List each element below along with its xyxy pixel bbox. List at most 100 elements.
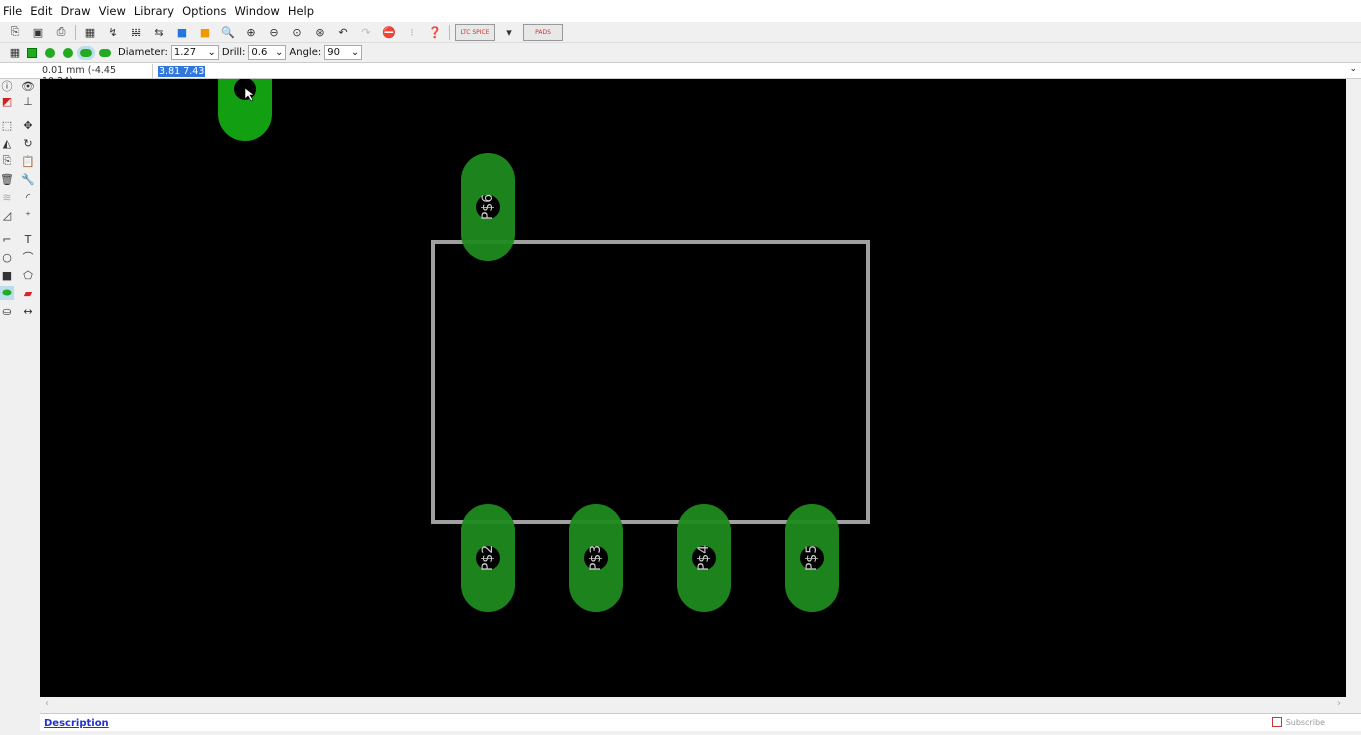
print-icon[interactable]: ⎙ bbox=[52, 24, 70, 41]
group-icon[interactable]: ⬚ bbox=[0, 118, 14, 132]
description-bar: Description Subscribe bbox=[40, 713, 1361, 731]
mark-icon[interactable]: ⊥ bbox=[21, 94, 35, 108]
pad-P4[interactable]: P$4 bbox=[677, 504, 731, 612]
command-line[interactable]: 3.81 7.43 bbox=[152, 64, 1352, 78]
menu-file[interactable]: File bbox=[2, 4, 29, 18]
polygon-icon[interactable]: ⬠ bbox=[21, 268, 35, 282]
zoom-in-icon[interactable]: ⊕ bbox=[242, 24, 260, 41]
separator bbox=[449, 24, 450, 40]
pad-tool-icon[interactable]: ⬬ bbox=[0, 286, 14, 300]
pcb-drawing[interactable]: P$6 P$2 P$3 P$4 P$5 bbox=[40, 79, 1346, 697]
arc-icon[interactable]: ⌒ bbox=[21, 250, 35, 264]
split-icon[interactable]: ≋ bbox=[0, 190, 14, 204]
chevron-down-icon: ⌄ bbox=[275, 47, 284, 58]
zoom-out-icon[interactable]: ⊖ bbox=[265, 24, 283, 41]
undo-icon[interactable]: ↶ bbox=[334, 24, 352, 41]
pad-P5[interactable]: P$5 bbox=[785, 504, 839, 612]
zoom-redraw-icon[interactable]: ⊙ bbox=[288, 24, 306, 41]
layer-orange-icon[interactable]: ■ bbox=[196, 24, 214, 41]
subscribe-button[interactable]: Subscribe bbox=[1271, 717, 1325, 727]
left-tool-palette: ⓘ 👁 ◩ ⊥ ⬚ ✥ ◭ ↻ ⎘ 📋 🗑 🔧 ≋ ◜ ◿ ⁺ ⌐ T ○ ⌒ … bbox=[0, 79, 40, 699]
help-icon[interactable]: ❓ bbox=[426, 24, 444, 41]
circle-icon[interactable]: ○ bbox=[0, 250, 14, 264]
angle-select[interactable]: 90 ⌄ bbox=[324, 45, 363, 60]
pad-round-icon[interactable] bbox=[45, 47, 55, 58]
rotate-icon[interactable]: ↻ bbox=[21, 136, 35, 150]
miter-icon[interactable]: ◜ bbox=[21, 190, 35, 204]
pad-label: P$6 bbox=[480, 194, 496, 220]
smash-icon[interactable]: ⁺ bbox=[21, 208, 35, 222]
menu-view[interactable]: View bbox=[98, 4, 133, 18]
menu-options[interactable]: Options bbox=[181, 4, 233, 18]
open-icon[interactable]: ⎘ bbox=[6, 24, 24, 41]
script-icon[interactable]: 𝍐 bbox=[127, 24, 145, 41]
diameter-value: 1.27 bbox=[173, 47, 197, 58]
zoom-fit-icon[interactable]: 🔍 bbox=[219, 24, 237, 41]
menu-help[interactable]: Help bbox=[287, 4, 321, 18]
delete-icon[interactable]: 🗑 bbox=[0, 172, 14, 186]
subscribe-icon bbox=[1271, 717, 1282, 727]
drill-select[interactable]: 0.6 ⌄ bbox=[248, 45, 287, 60]
grid-icon[interactable]: ▦ bbox=[6, 44, 24, 61]
main-toolbar: ⎘ ▣ ⎙ ▦ ↯ 𝍐 ⇆ ■ ■ 🔍 ⊕ ⊖ ⊙ ⊛ ↶ ↷ ⛔ ⁝ ❓ LT… bbox=[0, 22, 1361, 43]
pad-P3[interactable]: P$3 bbox=[569, 504, 623, 612]
description-link[interactable]: Description bbox=[44, 718, 109, 729]
zoom-select-icon[interactable]: ⊛ bbox=[311, 24, 329, 41]
cam-icon[interactable]: ▦ bbox=[81, 24, 99, 41]
dropdown-arrow-icon[interactable]: ▾ bbox=[500, 24, 518, 41]
switch-board-icon[interactable]: ⇆ bbox=[150, 24, 168, 41]
angle-label: Angle: bbox=[289, 47, 322, 58]
separator bbox=[75, 24, 76, 40]
menu-bar: File Edit Draw View Library Options Wind… bbox=[0, 0, 1361, 22]
wire-icon[interactable]: ⌐ bbox=[0, 232, 14, 246]
horizontal-scrollbar[interactable]: ‹ › bbox=[40, 697, 1346, 713]
change-wrench-icon[interactable]: 🔧 bbox=[21, 172, 35, 186]
optimize-icon[interactable]: ◿ bbox=[0, 208, 14, 222]
paste-icon[interactable]: 📋 bbox=[21, 154, 35, 168]
ulp-icon[interactable]: ↯ bbox=[104, 24, 122, 41]
menu-window[interactable]: Window bbox=[233, 4, 286, 18]
dimension-icon[interactable]: ↔ bbox=[21, 304, 35, 318]
redo-icon[interactable]: ↷ bbox=[357, 24, 375, 41]
package-outline bbox=[431, 240, 870, 524]
text-icon[interactable]: T bbox=[21, 232, 35, 246]
scroll-left-icon[interactable]: ‹ bbox=[45, 698, 49, 709]
pad-offset-icon[interactable] bbox=[99, 48, 111, 57]
via-icon[interactable]: ⛀ bbox=[0, 304, 14, 318]
show-icon[interactable]: 👁 bbox=[21, 79, 35, 93]
mirror-icon[interactable]: ◭ bbox=[0, 136, 14, 150]
pad-long-icon[interactable] bbox=[77, 45, 95, 60]
stop-icon[interactable]: ⛔ bbox=[380, 24, 398, 41]
save-icon[interactable]: ▣ bbox=[29, 24, 47, 41]
scroll-right-icon[interactable]: › bbox=[1337, 698, 1341, 709]
go-icon[interactable]: ⁝ bbox=[403, 24, 421, 41]
pad-label: P$5 bbox=[804, 545, 820, 571]
pad-square-icon[interactable] bbox=[27, 47, 37, 58]
pad-octagon-icon[interactable] bbox=[63, 47, 73, 58]
coordinate-bar: 0.01 mm (-4.45 10.24) 3.81 7.43 ⌄ bbox=[0, 63, 1361, 87]
diameter-select[interactable]: 1.27 ⌄ bbox=[170, 45, 219, 60]
rectangle-icon[interactable]: ■ bbox=[0, 268, 14, 282]
move-icon[interactable]: ✥ bbox=[21, 118, 35, 132]
vertical-scrollbar[interactable] bbox=[1346, 79, 1361, 697]
info-icon[interactable]: ⓘ bbox=[0, 79, 14, 93]
smd-tool-icon[interactable]: ▰ bbox=[21, 286, 35, 300]
command-input-value[interactable]: 3.81 7.43 bbox=[158, 66, 206, 77]
ltspice-button[interactable]: LTC SPICE bbox=[455, 23, 495, 41]
menu-draw[interactable]: Draw bbox=[60, 4, 98, 18]
pcb-canvas[interactable]: P$6 P$2 P$3 P$4 P$5 bbox=[40, 79, 1346, 697]
chevron-down-icon: ⌄ bbox=[207, 47, 216, 58]
pad-label: P$3 bbox=[588, 545, 604, 571]
pads-button[interactable]: PADS bbox=[523, 23, 563, 41]
display-layers-icon[interactable]: ◩ bbox=[0, 94, 14, 108]
layer-blue-icon[interactable]: ■ bbox=[173, 24, 191, 41]
command-history-chevron-icon[interactable]: ⌄ bbox=[1349, 64, 1357, 74]
pad-P6[interactable]: P$6 bbox=[461, 153, 515, 261]
menu-library[interactable]: Library bbox=[133, 4, 181, 18]
pad-P2[interactable]: P$2 bbox=[461, 504, 515, 612]
menu-edit[interactable]: Edit bbox=[29, 4, 59, 18]
pad-label: P$2 bbox=[480, 545, 496, 571]
pad-parameters-toolbar: ▦ Diameter: 1.27 ⌄ Drill: 0.6 ⌄ Angle: 90 ⌄ bbox=[0, 43, 1361, 63]
diameter-label: Diameter: bbox=[118, 47, 168, 58]
copy-icon[interactable]: ⎘ bbox=[0, 154, 14, 168]
